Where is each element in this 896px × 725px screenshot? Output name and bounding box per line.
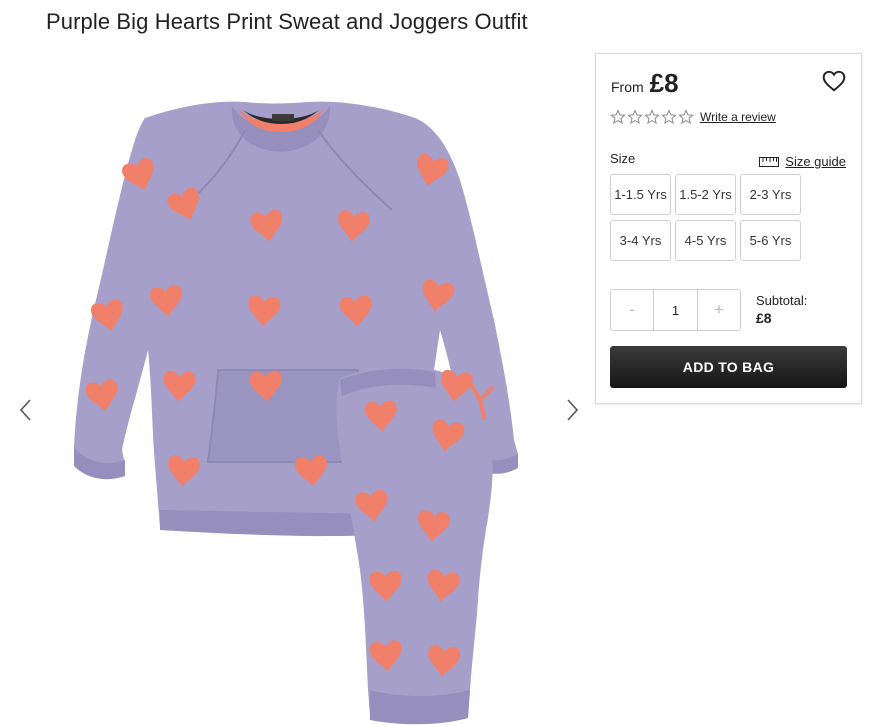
size-option[interactable]: 1-1.5 Yrs xyxy=(610,174,671,215)
size-guide-link[interactable]: Size guide xyxy=(759,154,846,169)
page-title: Purple Big Hearts Print Sweat and Jogger… xyxy=(46,9,528,34)
product-gallery xyxy=(0,50,596,725)
price-value: £8 xyxy=(649,68,679,98)
product-image xyxy=(74,101,518,725)
heart-outline-icon[interactable] xyxy=(821,68,847,94)
gallery-prev-button[interactable] xyxy=(14,395,36,425)
subtotal-label: Subtotal: xyxy=(756,293,808,308)
quantity-input[interactable] xyxy=(653,290,698,330)
subtotal-value: £8 xyxy=(756,310,772,326)
star-outline-icon xyxy=(610,109,626,125)
gallery-next-button[interactable] xyxy=(562,395,584,425)
star-outline-icon xyxy=(644,109,660,125)
purchase-panel: From £8 Write a review Size Size guide 1… xyxy=(595,53,862,404)
size-option[interactable]: 1.5-2 Yrs xyxy=(675,174,736,215)
quantity-decrease-button[interactable]: - xyxy=(611,290,653,330)
price-prefix: From xyxy=(611,79,644,95)
size-option[interactable]: 3-4 Yrs xyxy=(610,220,671,261)
size-options: 1-1.5 Yrs 1.5-2 Yrs 2-3 Yrs 3-4 Yrs 4-5 … xyxy=(610,174,801,261)
size-option[interactable]: 4-5 Yrs xyxy=(675,220,736,261)
write-review-link[interactable]: Write a review xyxy=(700,110,776,124)
rating-row: Write a review xyxy=(610,109,776,125)
star-outline-icon xyxy=(678,109,694,125)
size-option[interactable]: 2-3 Yrs xyxy=(740,174,801,215)
size-label: Size xyxy=(610,151,636,166)
star-outline-icon xyxy=(627,109,643,125)
star-rating xyxy=(610,109,694,125)
add-to-bag-button[interactable]: ADD TO BAG xyxy=(610,346,847,388)
price-row: From £8 xyxy=(611,68,679,99)
quantity-stepper: - + xyxy=(610,289,741,331)
size-option[interactable]: 5-6 Yrs xyxy=(740,220,801,261)
chevron-left-icon xyxy=(19,399,31,421)
ruler-icon xyxy=(759,156,780,167)
star-outline-icon xyxy=(661,109,677,125)
chevron-right-icon xyxy=(567,399,579,421)
subtotal: Subtotal: £8 xyxy=(756,293,807,326)
quantity-increase-button[interactable]: + xyxy=(698,290,740,330)
size-guide-text: Size guide xyxy=(785,154,846,169)
